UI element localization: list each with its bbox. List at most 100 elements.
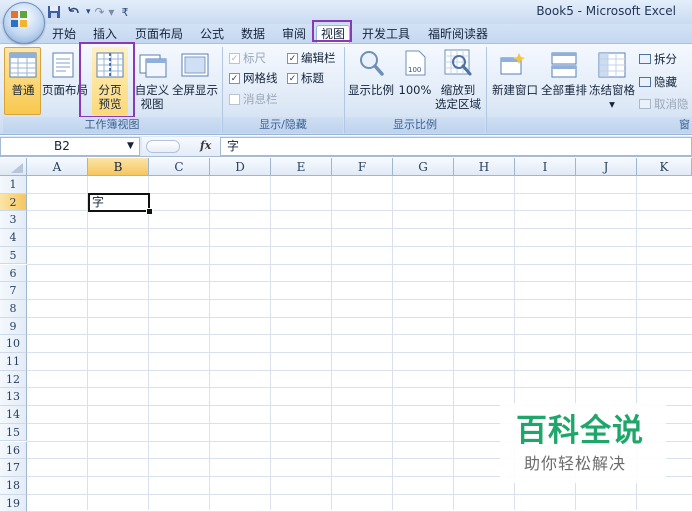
arrange-all-icon[interactable]	[549, 50, 579, 80]
formula-bar-checkbox[interactable]: ✓ 编辑栏	[287, 51, 336, 65]
hide-label: 隐藏	[654, 75, 677, 89]
arrange-all-button[interactable]: 全部重排	[539, 83, 589, 97]
full-screen-icon[interactable]	[180, 50, 210, 80]
custom-views-icon[interactable]	[138, 50, 168, 80]
show-hide-group-label: 显示/隐藏	[223, 117, 343, 133]
gridline-vertical	[453, 176, 454, 510]
redo-icon[interactable]: ↷ ▾	[95, 5, 115, 19]
tab-data[interactable]: 数据	[241, 26, 265, 43]
split-button[interactable]: 拆分	[639, 52, 677, 66]
hide-button[interactable]: 隐藏	[639, 75, 677, 89]
select-all-triangle-icon	[11, 163, 23, 173]
row-header-14[interactable]: 14	[0, 406, 27, 424]
column-header-g[interactable]: G	[393, 158, 454, 176]
new-window-icon[interactable]	[499, 50, 529, 80]
zoom-to-selection-icon[interactable]	[443, 48, 473, 78]
tab-foxit-reader[interactable]: 福昕阅读器	[428, 26, 488, 43]
unhide-label: 取消隐	[654, 97, 689, 111]
view-tab-highlight-box	[312, 20, 352, 42]
column-header-e[interactable]: E	[271, 158, 332, 176]
workbook-views-group-label: 工作簿视图	[3, 117, 221, 133]
row-header-15[interactable]: 15	[0, 423, 27, 442]
row-header-16[interactable]: 16	[0, 441, 27, 460]
gridline-vertical	[148, 176, 149, 510]
unhide-button: 取消隐	[639, 97, 689, 111]
zoom-to-selection-line2[interactable]: 选定区域	[434, 97, 482, 111]
column-header-d[interactable]: D	[210, 158, 271, 176]
row-header-6[interactable]: 6	[0, 264, 27, 283]
custom-views-label-line1[interactable]: 自定义	[133, 83, 171, 97]
zoom-group-label: 显示比例	[345, 117, 485, 133]
freeze-panes-button[interactable]: 冻结窗格	[587, 83, 637, 97]
row-header-13[interactable]: 13	[0, 388, 27, 407]
tab-home[interactable]: 开始	[52, 26, 76, 43]
headings-label: 标题	[301, 71, 324, 85]
tab-formulas[interactable]: 公式	[200, 26, 224, 43]
window-group-label: 窗	[487, 117, 692, 133]
freeze-panes-dropdown-icon[interactable]: ▾	[607, 97, 617, 111]
tab-page-layout[interactable]: 页面布局	[135, 26, 183, 43]
zoom-100-icon[interactable]: 100	[400, 48, 430, 78]
row-header-11[interactable]: 11	[0, 353, 27, 371]
column-header-j[interactable]: J	[576, 158, 637, 176]
gridline-vertical	[209, 176, 210, 510]
row-header-10[interactable]: 10	[0, 335, 27, 353]
zoom-to-selection-line1[interactable]: 缩放到	[434, 83, 482, 97]
column-header-c[interactable]: C	[149, 158, 210, 176]
save-icon[interactable]	[46, 4, 62, 20]
name-box[interactable]	[0, 137, 140, 156]
fill-handle[interactable]	[146, 208, 153, 215]
message-bar-checkbox: 消息栏	[229, 92, 278, 106]
formula-bar-resize-handle[interactable]	[146, 140, 180, 153]
row-header-3[interactable]: 3	[0, 211, 27, 230]
gridline-horizontal	[27, 263, 692, 265]
row-header-9[interactable]: 9	[0, 317, 27, 336]
column-header-a[interactable]: A	[27, 158, 88, 176]
row-header-2[interactable]: 2	[0, 193, 27, 212]
page-break-highlight-box	[79, 42, 135, 118]
row-header-19[interactable]: 19	[0, 494, 27, 512]
row-header-1[interactable]: 1	[0, 176, 27, 194]
hide-icon	[639, 77, 651, 87]
row-header-5[interactable]: 5	[0, 246, 27, 265]
zoom-100-button[interactable]: 100%	[397, 83, 433, 97]
row-header-17[interactable]: 17	[0, 459, 27, 477]
row-header-7[interactable]: 7	[0, 282, 27, 300]
row-header-12[interactable]: 12	[0, 370, 27, 389]
gridline-horizontal	[27, 316, 692, 318]
gridline-horizontal	[27, 369, 692, 371]
undo-dropdown-icon[interactable]: ▾	[86, 7, 91, 17]
page-layout-view-icon[interactable]	[48, 50, 78, 80]
full-screen-button[interactable]: 全屏显示	[170, 83, 220, 97]
column-header-h[interactable]: H	[454, 158, 515, 176]
row-header-4[interactable]: 4	[0, 229, 27, 247]
headings-checkbox[interactable]: ✓ 标题	[287, 71, 324, 85]
column-header-f[interactable]: F	[332, 158, 393, 176]
column-header-k[interactable]: K	[637, 158, 692, 176]
row-header-18[interactable]: 18	[0, 476, 27, 495]
tab-insert[interactable]: 插入	[93, 26, 117, 43]
gridlines-checkbox[interactable]: ✓ 网格线	[229, 71, 278, 85]
column-header-b[interactable]: B	[88, 158, 149, 176]
zoom-button[interactable]: 显示比例	[346, 83, 396, 97]
ruler-checkbox: ✓ 标尺	[229, 51, 266, 65]
row-header-8[interactable]: 8	[0, 299, 27, 318]
tab-review[interactable]: 审阅	[282, 26, 306, 43]
new-window-button[interactable]: 新建窗口	[490, 83, 540, 97]
checkbox-box: ✓	[229, 72, 240, 84]
office-logo-icon	[11, 11, 27, 27]
column-header-i[interactable]: I	[515, 158, 576, 176]
undo-icon[interactable]	[66, 4, 82, 20]
formula-input[interactable]: 字	[220, 137, 692, 156]
name-box-dropdown-icon[interactable]: ▼	[127, 139, 134, 154]
freeze-panes-icon[interactable]	[597, 50, 627, 80]
checkbox-box: ✓	[287, 72, 298, 84]
insert-function-icon[interactable]: fx	[200, 139, 211, 152]
ruler-label: 标尺	[243, 51, 266, 65]
tab-developer[interactable]: 开发工具	[362, 26, 410, 43]
gridline-horizontal	[27, 245, 692, 247]
custom-views-label-line2[interactable]: 视图	[133, 97, 171, 111]
zoom-icon[interactable]	[356, 48, 386, 78]
customize-qat-icon[interactable]: ₹	[121, 6, 128, 19]
watermark-subtitle: 助你轻松解决	[524, 454, 627, 473]
